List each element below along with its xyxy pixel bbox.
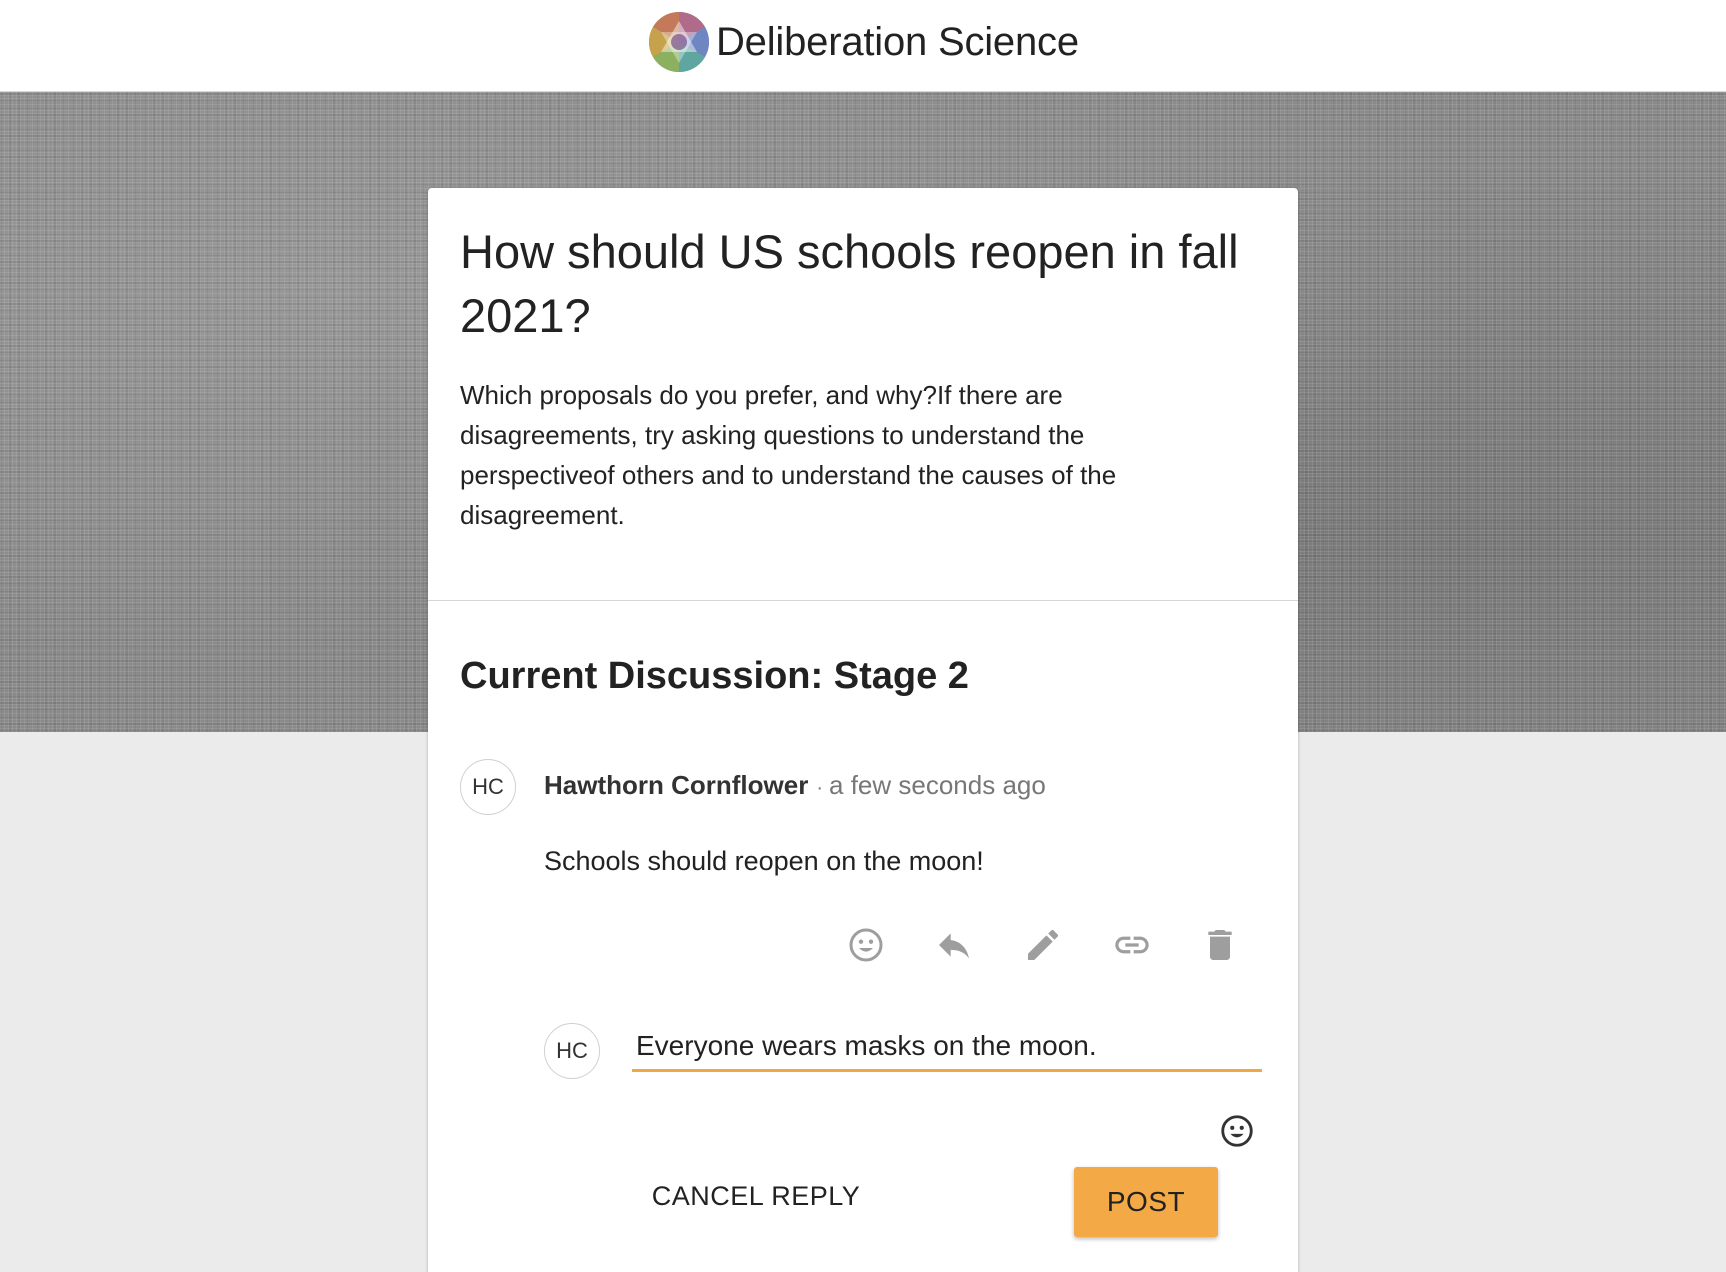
- smiley-icon: [1221, 1115, 1253, 1147]
- deliberation-science-logo-icon: [648, 11, 710, 73]
- cancel-reply-button[interactable]: CANCEL REPLY: [646, 1160, 866, 1232]
- reply-button[interactable]: [932, 923, 976, 967]
- comment-timestamp: a few seconds ago: [829, 770, 1046, 800]
- reply-input[interactable]: [632, 1026, 1262, 1066]
- reply-emoji-button[interactable]: [1216, 1110, 1258, 1152]
- comment-author[interactable]: Hawthorn Cornflower: [544, 770, 808, 800]
- comment-avatar[interactable]: HC: [460, 759, 516, 815]
- brand[interactable]: Deliberation Science: [648, 11, 1079, 73]
- topic-title: How should US schools reopen in fall 202…: [460, 225, 1239, 342]
- comment-meta: Hawthorn Cornflower · a few seconds ago: [544, 768, 1046, 805]
- link-button[interactable]: [1110, 923, 1154, 967]
- reply-avatar[interactable]: HC: [544, 1023, 600, 1079]
- link-icon: [1115, 936, 1149, 954]
- pencil-icon: [1028, 929, 1059, 960]
- delete-button[interactable]: [1198, 923, 1242, 967]
- stage-title: Current Discussion: Stage 2: [460, 655, 969, 697]
- top-bar: Deliberation Science: [0, 0, 1726, 92]
- meta-separator: ·: [816, 777, 824, 799]
- topic-prompt: Which proposals do you prefer, and why?I…: [460, 380, 1117, 530]
- discussion-card: How should US schools reopen in fall 202…: [428, 188, 1298, 1272]
- section-divider: [428, 600, 1298, 601]
- post-button[interactable]: POST: [1074, 1167, 1218, 1237]
- smiley-icon: [849, 928, 883, 962]
- reply-input-container: [632, 1026, 1262, 1072]
- trash-icon: [1208, 930, 1232, 960]
- react-button[interactable]: [844, 923, 888, 967]
- edit-button[interactable]: [1021, 923, 1065, 967]
- reply-arrow-icon: [939, 933, 969, 959]
- comment-text: Schools should reopen on the moon!: [544, 846, 984, 876]
- brand-name: Deliberation Science: [716, 19, 1079, 64]
